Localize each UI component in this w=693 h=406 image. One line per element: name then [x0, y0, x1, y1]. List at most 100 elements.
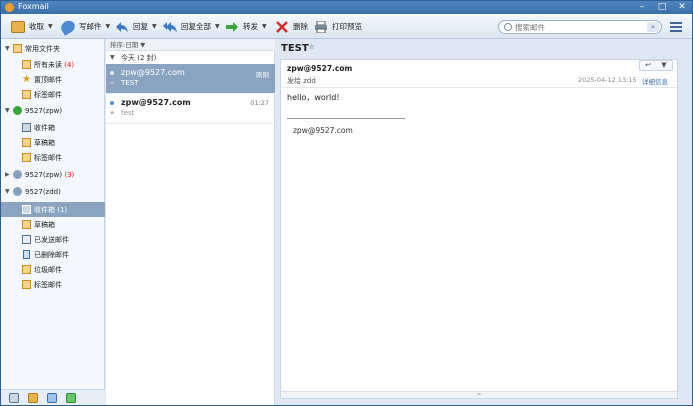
message-from[interactable]: zpw@9527.com — [287, 64, 352, 73]
sidebar-item-junk[interactable]: 垃圾邮件 — [1, 262, 105, 277]
delete-icon — [276, 20, 288, 33]
print-icon — [315, 20, 327, 33]
compose-label: 写邮件 — [79, 22, 102, 31]
sidebar-item-tagged[interactable]: 标签邮件 — [1, 87, 105, 102]
message-recipient: 发给 zdd — [287, 77, 316, 85]
message-view: zpw@9527.com ↩ ▼ 发给 zdd 2025-04-12 13:15… — [280, 59, 678, 399]
sidebar-item-drafts[interactable]: 草稿箱 — [1, 135, 105, 150]
collapse-icon[interactable]: ▼ — [5, 107, 10, 114]
inbox-icon — [22, 205, 31, 214]
reply-label: 回复 — [133, 22, 148, 31]
message-sender: zpw@9527.com — [121, 98, 191, 107]
sidebar-item-label: 9527(zpw) — [25, 106, 63, 115]
group-header-today[interactable]: ▼ 今天 (2 封) — [106, 52, 275, 64]
sidebar-item-inbox-selected[interactable]: 收件箱 (1) — [1, 202, 105, 217]
message-body: hello，world! — [287, 93, 340, 102]
junk-icon — [22, 265, 31, 274]
sidebar-item-label: 9527(zdd) — [25, 187, 61, 196]
drafts-icon — [22, 220, 31, 229]
resize-handle[interactable]: ═ — [281, 391, 677, 398]
sidebar-account-zpw-1[interactable]: ▼ 9527(zpw) — [1, 103, 105, 118]
group-label: 今天 (2 封) — [121, 54, 157, 62]
tag-folder-icon — [22, 90, 31, 99]
receive-dropdown-icon[interactable]: ▼ — [48, 23, 53, 30]
notes-icon[interactable] — [66, 393, 76, 403]
sidebar-item-all-unread[interactable]: 所有未读 (4) — [1, 57, 105, 72]
delete-button[interactable]: 删除 — [275, 19, 308, 34]
sidebar-item-drafts[interactable]: 草稿箱 — [1, 217, 105, 232]
sidebar-item-tagged[interactable]: 标签邮件 — [1, 277, 105, 292]
forward-dropdown-icon[interactable]: ▼ — [262, 23, 267, 30]
star-icon[interactable]: ★ — [307, 42, 316, 53]
message-sender: zpw@9527.com — [121, 68, 185, 77]
sidebar-item-deleted[interactable]: 已删除邮件 — [1, 247, 105, 262]
sidebar-item-sent[interactable]: 已发送邮件 — [1, 232, 105, 247]
reply-all-icon — [163, 21, 177, 32]
collapse-icon[interactable]: ▼ — [5, 188, 10, 195]
close-button[interactable]: ✕ — [676, 2, 688, 12]
search-box[interactable]: » — [498, 20, 662, 34]
details-link[interactable]: 详细信息 — [642, 76, 668, 86]
sidebar-bottom-bar — [1, 389, 105, 405]
minimize-button[interactable]: – — [636, 2, 648, 12]
unread-indicator-icon — [110, 101, 114, 105]
sidebar-item-label: 收件箱 — [34, 123, 55, 132]
tag-folder-icon — [22, 153, 31, 162]
sidebar-item-tagged[interactable]: 标签邮件 — [1, 150, 105, 165]
message-item-selected[interactable]: zpw@9527.com 刚刚 ★ TEST — [106, 64, 275, 94]
search-options-icon[interactable]: » — [647, 22, 659, 32]
quick-reply-icon[interactable]: ↩ — [640, 61, 656, 70]
message-item[interactable]: zpw@9527.com 01:27 ★ test — [106, 94, 275, 124]
sidebar-common-folders[interactable]: ▼ 常用文件夹 — [1, 41, 105, 56]
receive-button[interactable]: 收取 ▼ — [11, 19, 53, 34]
sidebar-item-pinned[interactable]: ★ 置顶邮件 — [1, 72, 105, 87]
reply-button[interactable]: 回复 ▼ — [115, 19, 157, 34]
reply-dropdown-icon[interactable]: ▼ — [152, 23, 157, 30]
contacts-icon[interactable] — [28, 393, 38, 403]
sidebar-item-label: 标签邮件 — [34, 280, 62, 289]
collapse-icon[interactable]: ▼ — [110, 52, 115, 64]
account-icon — [13, 170, 22, 179]
window-title: Foxmail — [18, 2, 49, 11]
sidebar-account-zpw-2[interactable]: ▶ 9527(zpw) (3) — [1, 167, 105, 182]
star-icon: ★ — [22, 74, 31, 85]
message-title: TEST — [281, 43, 309, 54]
chevron-down-icon: ▼ — [140, 41, 146, 49]
main-menu-icon[interactable] — [670, 22, 682, 32]
forward-label: 转发 — [243, 22, 258, 31]
compose-button[interactable]: 写邮件 ▼ — [58, 17, 111, 36]
maximize-button[interactable]: □ — [656, 2, 668, 12]
sort-by-date-button[interactable]: 排序:日期 ▼ — [106, 39, 275, 51]
compose-dropdown-icon[interactable]: ▼ — [106, 23, 111, 30]
receive-icon — [11, 20, 25, 33]
sidebar-item-label: 置顶邮件 — [34, 75, 62, 84]
drafts-icon — [22, 138, 31, 147]
sidebar-account-zdd[interactable]: ▼ 9527(zdd) — [1, 184, 105, 199]
sidebar-item-label: 标签邮件 — [34, 90, 62, 99]
title-bar: Foxmail – □ ✕ — [1, 1, 692, 14]
collapse-icon[interactable]: ▼ — [5, 45, 10, 52]
expand-icon[interactable]: ▶ — [5, 171, 10, 178]
sidebar-item-label: 已删除邮件 — [34, 250, 69, 259]
reply-all-button[interactable]: 回复全部 ▼ — [163, 19, 220, 34]
mail-view-icon[interactable] — [9, 393, 19, 403]
calendar-icon[interactable] — [47, 393, 57, 403]
sidebar-item-label: 9527(zpw) — [25, 170, 63, 179]
reply-all-dropdown-icon[interactable]: ▼ — [215, 23, 220, 30]
forward-icon — [226, 21, 238, 32]
more-actions-icon[interactable]: ▼ — [656, 61, 672, 70]
star-icon[interactable]: ★ — [109, 109, 115, 117]
reading-pane: TEST ★ zpw@9527.com ↩ ▼ 发给 zdd 2025-04-1… — [276, 39, 692, 405]
search-input[interactable] — [515, 22, 640, 32]
star-icon[interactable]: ★ — [109, 79, 115, 87]
account-icon — [13, 187, 22, 196]
sidebar-item-inbox[interactable]: 收件箱 — [1, 120, 105, 135]
signature-divider — [287, 118, 405, 119]
message-time: 刚刚 — [256, 71, 269, 79]
forward-button[interactable]: 转发 ▼ — [225, 19, 267, 34]
unread-count-badge: (4) — [64, 60, 75, 69]
delete-label: 删除 — [293, 22, 308, 31]
trash-icon — [23, 250, 30, 259]
print-preview-button[interactable]: 打印预览 — [314, 19, 362, 34]
message-signature: zpw@9527.com — [293, 126, 353, 135]
